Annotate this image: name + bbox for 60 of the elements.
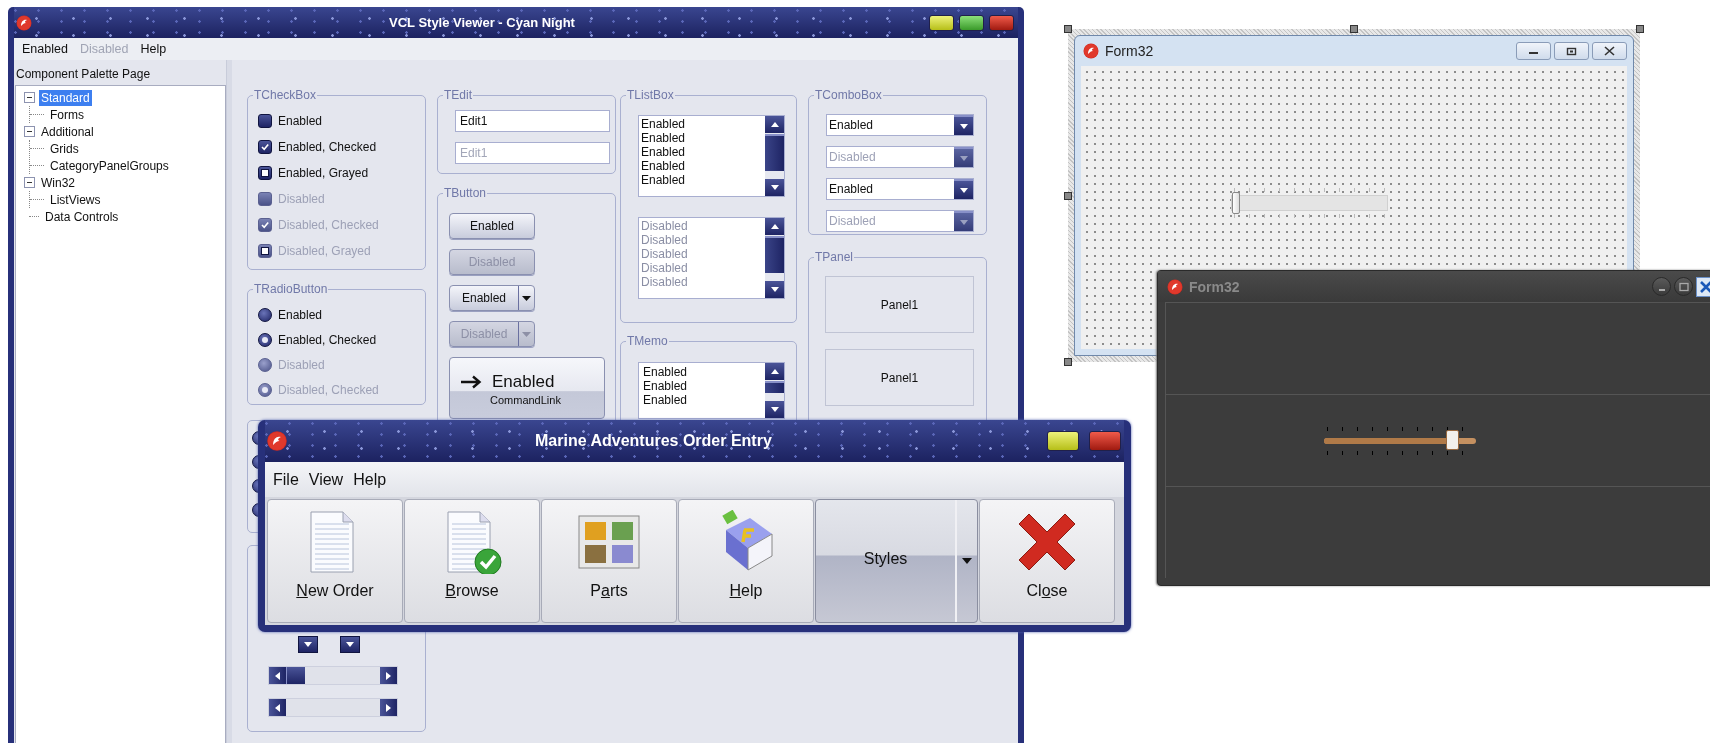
list-item[interactable]: Enabled: [641, 173, 763, 187]
group-title: TButton: [443, 186, 488, 200]
group-title: TEdit: [443, 88, 473, 102]
combo-box[interactable]: Enabled: [826, 178, 974, 200]
tree-item[interactable]: Data Controls: [43, 208, 121, 225]
tree-item[interactable]: Grids: [48, 140, 81, 157]
memo-line: Enabled: [643, 393, 689, 407]
toolbar-button[interactable]: New Order: [267, 499, 403, 623]
group-title: TComboBox: [814, 88, 883, 102]
text-field[interactable]: Edit1: [455, 110, 610, 132]
window-title: Form32: [1189, 278, 1240, 295]
radio-label: Enabled, Checked: [278, 332, 377, 347]
menu-item[interactable]: View: [308, 470, 344, 489]
radio-label: Enabled: [278, 307, 323, 322]
memo-line: Enabled: [643, 365, 689, 379]
group-title: TRadioButton: [253, 282, 329, 296]
list-item[interactable]: Enabled: [641, 117, 763, 131]
tree-item[interactable]: Additional: [39, 123, 96, 140]
panel: Panel1: [825, 349, 974, 406]
list-item[interactable]: Enabled: [641, 131, 763, 145]
checkbox-label: Disabled, Grayed: [278, 244, 371, 258]
checkbox-label: Enabled, Grayed: [278, 166, 369, 180]
list-item[interactable]: Enabled: [641, 159, 763, 173]
checkbox-label: Enabled, Checked: [278, 140, 377, 154]
list-box[interactable]: Enabled Enabled Enabled Enabled Enabled: [638, 115, 785, 197]
group-title: TMemo: [626, 334, 669, 348]
push-button[interactable]: Enabled: [449, 213, 535, 239]
group-title: TCheckBox: [253, 88, 318, 102]
menu-item[interactable]: Enabled: [18, 40, 72, 58]
toolbar-button[interactable]: Styles: [815, 499, 978, 623]
split-button[interactable]: Enabled: [449, 285, 535, 311]
tree-item[interactable]: Forms: [48, 106, 86, 123]
group-title: TListBox: [626, 88, 675, 102]
combo-box[interactable]: Enabled: [826, 114, 974, 136]
tree-item[interactable]: ListViews: [48, 191, 103, 208]
panel: Panel1: [825, 276, 974, 333]
command-link-button[interactable]: Enabled CommandLink: [449, 357, 605, 419]
memo-line: Enabled: [643, 379, 689, 393]
toolbar-button[interactable]: Close: [979, 499, 1115, 623]
window-title: Marine Adventures Order Entry: [535, 432, 772, 450]
checkbox-label: Disabled, Checked: [278, 218, 379, 232]
list-item[interactable]: Enabled: [641, 145, 763, 159]
radio-label: Disabled: [278, 357, 325, 372]
toolbar-button[interactable]: Help: [678, 499, 814, 623]
toolbar-button[interactable]: Parts: [541, 499, 677, 623]
panel-label: Component Palette Page: [15, 66, 152, 83]
tree-item[interactable]: CategoryPanelGroups: [48, 157, 171, 174]
tree-item[interactable]: Standard: [39, 89, 92, 106]
menu-item[interactable]: Help: [136, 40, 171, 58]
toolbar-button[interactable]: Browse: [404, 499, 540, 623]
radio-label: Disabled, Checked: [278, 382, 379, 397]
memo-field[interactable]: Enabled Enabled Enabled: [638, 362, 785, 419]
checkbox-label: Disabled: [278, 192, 325, 206]
window-title: VCL Style Viewer - Cyan Night: [389, 15, 575, 30]
menu-item[interactable]: File: [273, 470, 299, 489]
checkbox-label: Enabled: [278, 114, 323, 128]
window-title: Form32: [1105, 43, 1154, 59]
menu-item[interactable]: Help: [353, 470, 387, 489]
group-title: TPanel: [814, 250, 855, 264]
tree-item[interactable]: Win32: [39, 174, 77, 191]
